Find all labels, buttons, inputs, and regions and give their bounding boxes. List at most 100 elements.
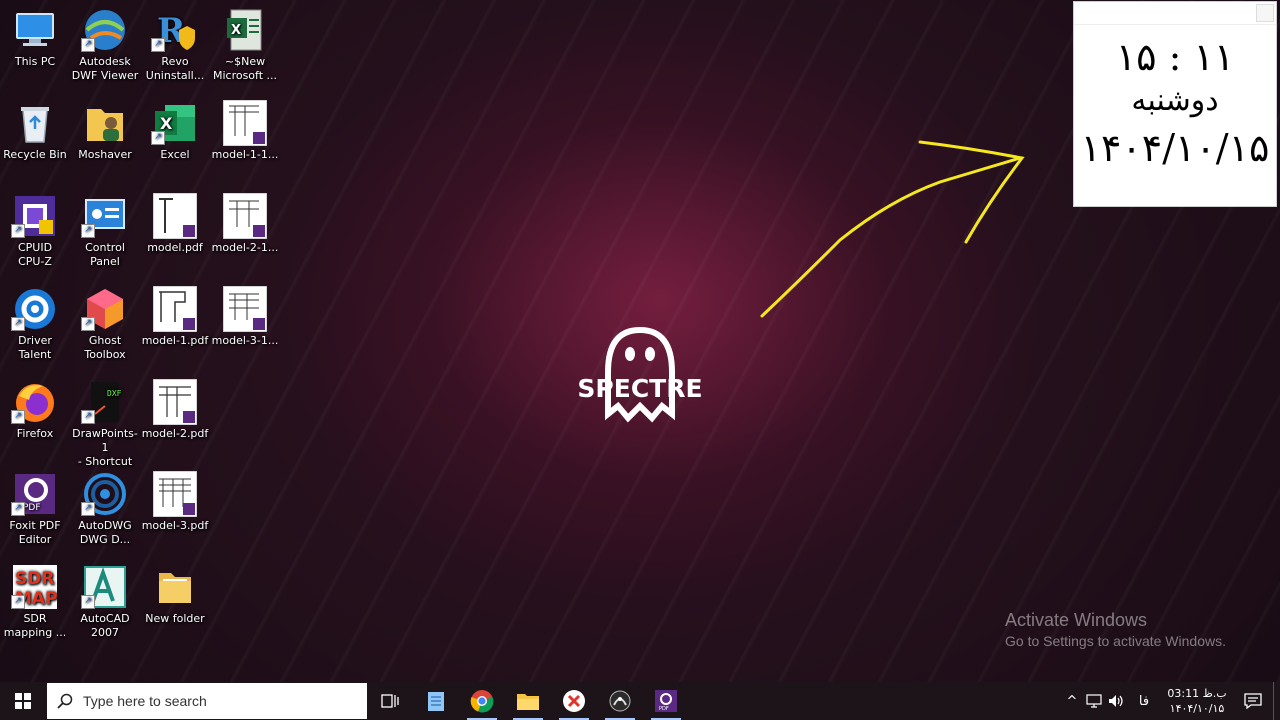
pdf-file-icon <box>151 379 199 425</box>
pdf-file-icon <box>151 286 199 332</box>
desktop-icon-label: AutoDWG DWG D... <box>78 519 132 546</box>
clock-date: ۱۴۰۴/۱۰/۱۵ <box>1080 126 1270 170</box>
taskbar-app-foxit[interactable]: PDF <box>643 682 689 720</box>
desktop-icon-dwf-viewer[interactable]: ↗ Autodesk DWF Viewer <box>70 8 140 83</box>
desktop-icon-model-3-pdf[interactable]: model-3.pdf <box>140 471 210 533</box>
firefox-icon: ↗ <box>11 380 59 424</box>
desktop-icon-label: CPUID CPU-Z <box>17 241 53 268</box>
desktop-icon-label: Driver Talent <box>18 334 52 361</box>
svg-text:SDR: SDR <box>15 569 54 589</box>
this-pc-icon <box>11 8 59 52</box>
desktop-icon-cpuz[interactable]: ↗ CPUID CPU-Z <box>0 194 70 269</box>
pdf-file-icon <box>151 471 199 517</box>
taskbar-app-xmind[interactable] <box>551 682 597 720</box>
task-view-icon <box>381 694 399 708</box>
desktop-icon-label: Recycle Bin <box>3 148 67 161</box>
sdr-map-icon: SDR MAP ↗ <box>11 565 59 609</box>
desktop-icon-revo-uninstaller[interactable]: R ↗ Revo Uninstall... <box>140 8 210 83</box>
cpuz-icon: ↗ <box>11 194 59 238</box>
desktop-icon-excel-temp[interactable]: X ~$New Microsoft ... <box>210 8 280 83</box>
autocad-icon: ↗ <box>81 565 129 609</box>
svg-text:X: X <box>231 23 241 38</box>
desktop-icon-drawpoints[interactable]: DXF ↗ DrawPoints-1 - Shortcut <box>70 380 140 469</box>
chevron-up-icon[interactable]: ^ <box>1061 682 1083 720</box>
desktop-icon-label: model-3.pdf <box>141 519 209 532</box>
desktop-icon-model-pdf[interactable]: model.pdf <box>140 193 210 255</box>
desktop-icon-excel[interactable]: X ↗ Excel <box>140 101 210 162</box>
desktop-icon-label: model-2.pdf <box>141 427 209 440</box>
widget-close-icon[interactable] <box>1256 4 1274 22</box>
desktop-icon-foxit-pdf[interactable]: PDF ↗ Foxit PDF Editor <box>0 472 70 547</box>
desktop-icon-label: model-2-1... <box>211 241 279 254</box>
desktop-icon-label: Firefox <box>16 427 54 440</box>
desktop-icon-firefox[interactable]: ↗ Firefox <box>0 380 70 441</box>
activate-subtitle: Go to Settings to activate Windows. <box>1005 633 1226 649</box>
desktop-icon-label: ~$New Microsoft ... <box>212 55 278 82</box>
desktop-icon-label: Revo Uninstall... <box>145 55 205 82</box>
shortcut-arrow-icon: ↗ <box>81 317 95 331</box>
task-view-button[interactable] <box>367 682 413 720</box>
search-placeholder: Type here to search <box>83 693 207 709</box>
desktop-icon-control-panel[interactable]: ↗ Control Panel <box>70 194 140 269</box>
taskbar-search-box[interactable]: Type here to search <box>47 683 367 719</box>
desktop-icon-ghost-toolbox[interactable]: ↗ Ghost Toolbox <box>70 287 140 362</box>
desktop-icon-new-folder[interactable]: New folder <box>140 565 210 626</box>
taskbar-app-satellite[interactable] <box>597 682 643 720</box>
taskbar-app-file-explorer[interactable] <box>505 682 551 720</box>
user-folder-icon <box>81 101 129 145</box>
tray-clock[interactable]: ب.ظ 03:11 ۱۴۰۴/۱۰/۱۵ <box>1167 686 1227 716</box>
desktop-icon-model-2-1[interactable]: model-2-1... <box>210 193 280 255</box>
start-button[interactable] <box>0 682 46 720</box>
desktop-icon-model-1-1[interactable]: model-1-1... <box>210 100 280 162</box>
desktop-icon-label: AutoCAD 2007 <box>80 612 130 639</box>
desktop-icon-label: Autodesk DWF Viewer <box>71 55 139 82</box>
desktop-icon-driver-talent[interactable]: ↗ Driver Talent <box>0 287 70 362</box>
desktop-icon-moshaver[interactable]: Moshaver <box>70 101 140 162</box>
excel-file-icon: X <box>221 8 269 52</box>
system-tray: ^ فا ب.ظ 03:11 ۱۴۰۴/۱۰/۱۵ <box>1061 682 1280 720</box>
shortcut-arrow-icon: ↗ <box>81 410 95 424</box>
excel-icon: X ↗ <box>151 101 199 145</box>
show-desktop-button[interactable] <box>1273 682 1280 720</box>
shortcut-arrow-icon: ↗ <box>81 595 95 609</box>
desktop-icon-label: New folder <box>145 612 205 625</box>
foxit-pdf-icon: PDF ↗ <box>11 472 59 516</box>
desktop-icon-this-pc[interactable]: This PC <box>0 8 70 69</box>
desktop-icon-label: Ghost Toolbox <box>84 334 126 361</box>
desktop-icon-model-1-pdf[interactable]: model-1.pdf <box>140 286 210 348</box>
pdf-file-icon <box>221 100 269 146</box>
desktop-icon-model-3-1[interactable]: model-3-1... <box>210 286 280 348</box>
desktop-icon-label: model-1-1... <box>211 148 279 161</box>
clock-day: دوشنبه <box>1131 83 1219 118</box>
tray-date: ۱۴۰۴/۱۰/۱۵ <box>1169 702 1225 715</box>
svg-text:PDF: PDF <box>23 503 41 513</box>
shortcut-arrow-icon: ↗ <box>151 38 165 52</box>
desktop-icon-label: Excel <box>160 148 190 161</box>
desktop-icon-recycle-bin[interactable]: Recycle Bin <box>0 101 70 162</box>
volume-icon[interactable] <box>1105 682 1127 720</box>
clock-widget[interactable]: ۱۵ : ۱۱ دوشنبه ۱۴۰۴/۱۰/۱۵ <box>1073 1 1277 207</box>
shortcut-arrow-icon: ↗ <box>151 131 165 145</box>
satellite-app-icon <box>609 690 631 712</box>
activate-windows-watermark: Activate Windows Go to Settings to activ… <box>1005 610 1226 649</box>
shortcut-arrow-icon: ↗ <box>81 502 95 516</box>
shortcut-arrow-icon: ↗ <box>11 595 25 609</box>
network-icon[interactable] <box>1083 682 1105 720</box>
desktop-icon-model-2-pdf[interactable]: model-2.pdf <box>140 379 210 441</box>
spectre-logo-text: SPECTRE <box>577 374 703 403</box>
desktop-icon-autocad[interactable]: ↗ AutoCAD 2007 <box>70 565 140 640</box>
file-explorer-icon <box>517 694 539 710</box>
desktop-icon-label: Moshaver <box>78 148 132 161</box>
clock-time: ۱۵ : ۱۱ <box>1115 35 1235 79</box>
desktop-icon-sdr-map[interactable]: SDR MAP ↗ SDR mapping ... <box>0 565 70 640</box>
taskbar-app-chrome[interactable] <box>459 682 505 720</box>
language-indicator[interactable]: فا <box>1127 682 1161 720</box>
desktop-icon-label: SDR mapping ... <box>3 612 67 639</box>
annotation-arrow <box>760 140 1025 318</box>
driver-talent-icon: ↗ <box>11 287 59 331</box>
notification-icon[interactable] <box>1233 682 1273 720</box>
desktop-icon-autodwg[interactable]: ↗ AutoDWG DWG D... <box>70 472 140 547</box>
widget-titlebar[interactable] <box>1074 2 1276 25</box>
taskbar-app-notepad[interactable] <box>413 682 459 720</box>
shortcut-arrow-icon: ↗ <box>11 410 25 424</box>
